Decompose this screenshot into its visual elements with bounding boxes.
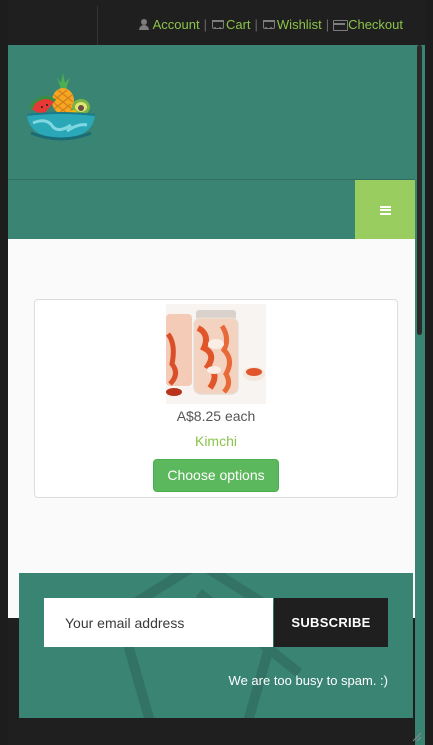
account-link[interactable]: Account (138, 17, 200, 32)
main-content: A$8.25 each Kimchi Choose options (8, 239, 415, 579)
product-card: A$8.25 each Kimchi Choose options (34, 299, 398, 498)
kimchi-jar-image[interactable] (166, 304, 266, 404)
spam-note: We are too busy to spam. :) (228, 673, 388, 688)
link-separator: | (254, 17, 258, 32)
fruit-bowl-logo[interactable] (23, 71, 99, 147)
topbar-divider (97, 6, 98, 45)
resize-grip-icon[interactable] (410, 730, 422, 742)
link-separator: | (203, 17, 207, 32)
cart-icon (262, 19, 275, 30)
menu-toggle-button[interactable] (355, 180, 415, 240)
checkout-link[interactable]: Checkout (333, 17, 403, 32)
user-icon (138, 19, 150, 30)
nav-bar (8, 179, 415, 240)
credit-card-icon (333, 19, 349, 31)
account-link-label: Account (152, 17, 200, 32)
checkout-link-label: Checkout (348, 17, 403, 32)
newsletter-section: SUBSCRIBE We are too busy to spam. :) (19, 573, 413, 718)
cart-link-label: Cart (225, 17, 251, 32)
wishlist-link-label: Wishlist (276, 17, 322, 32)
email-input[interactable] (44, 598, 273, 647)
product-name-link[interactable]: Kimchi (35, 433, 397, 449)
top-bar: Account | Cart | Wishlist | Checkout (8, 0, 425, 45)
wishlist-link[interactable]: Wishlist (262, 17, 322, 32)
scrollbar[interactable] (415, 45, 425, 745)
product-price: A$8.25 each (176, 408, 256, 424)
scrollbar-thumb[interactable] (417, 45, 422, 335)
cart-link[interactable]: Cart (211, 17, 251, 32)
site-header (8, 45, 415, 179)
choose-options-button[interactable]: Choose options (153, 459, 279, 492)
cart-icon (211, 19, 224, 30)
hamburger-menu-icon (379, 205, 391, 215)
account-links: Account | Cart | Wishlist | Checkout (138, 17, 403, 32)
subscribe-button[interactable]: SUBSCRIBE (274, 598, 388, 647)
link-separator: | (325, 17, 330, 32)
